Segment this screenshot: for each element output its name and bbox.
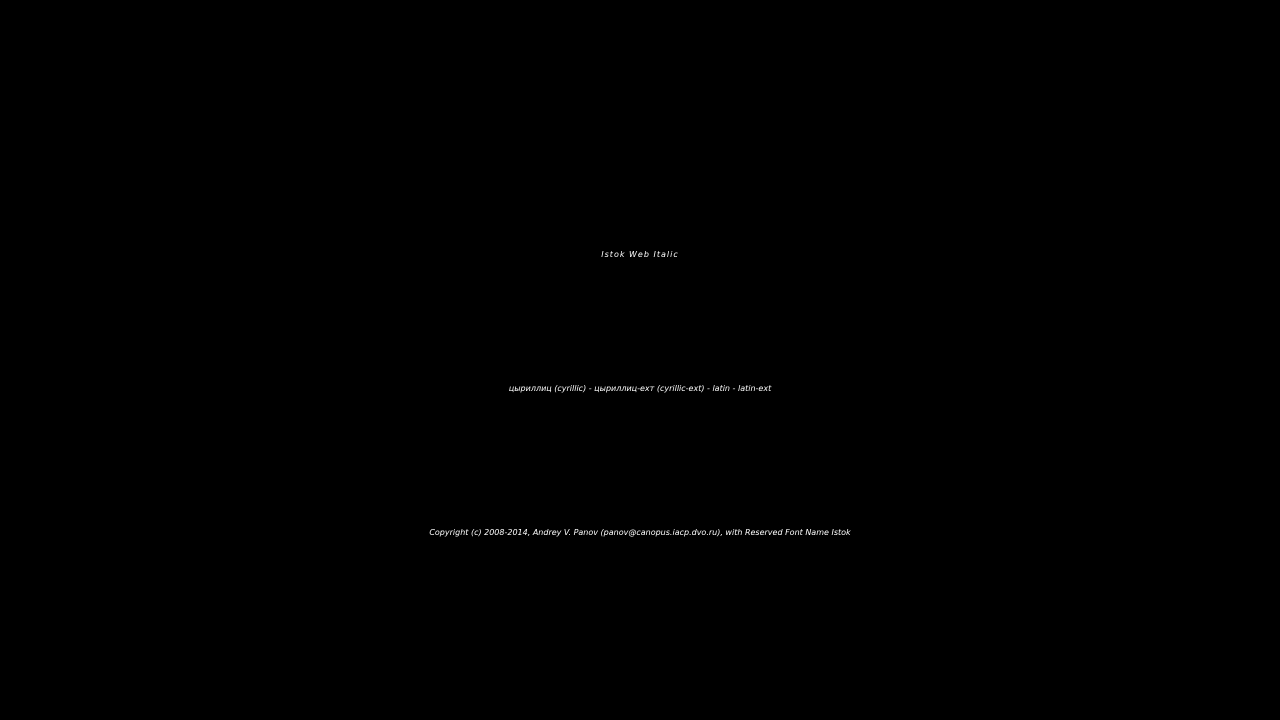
subset-list: цыриллиц (cyrillic) - цыриллиц-ехт (cyri… — [508, 384, 772, 393]
font-specimen: Istok Web Italic цыриллиц (cyrillic) - ц… — [0, 0, 1280, 720]
copyright-notice: Copyright (c) 2008-2014, Andrey V. Panov… — [429, 528, 851, 537]
font-name-title: Istok Web Italic — [601, 250, 679, 259]
